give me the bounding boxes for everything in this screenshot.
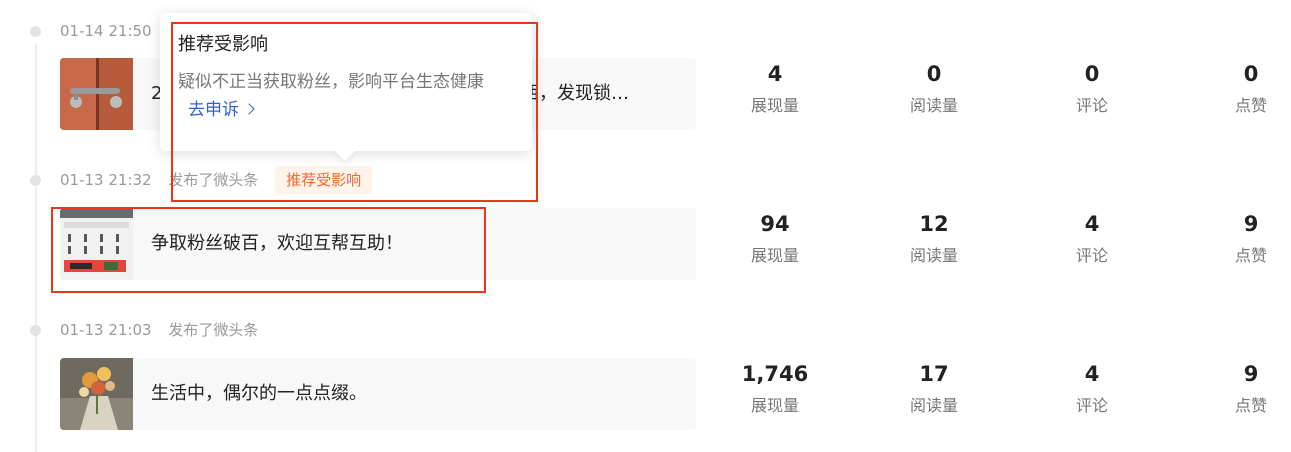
comments-count: 4: [1084, 212, 1100, 236]
post-time: 01-13 21:32: [60, 171, 152, 189]
likes-count: 9: [1243, 362, 1259, 386]
post-meta: 01-13 21:03 发布了微头条: [60, 320, 258, 340]
views-label: 展现量: [750, 246, 799, 265]
views-label: 展现量: [750, 96, 799, 115]
views-count: 1,746: [741, 362, 809, 386]
timeline-dot: [30, 175, 41, 186]
stat-views: 4 展现量: [720, 61, 830, 117]
stat-views: 1,746 展现量: [720, 361, 830, 417]
post-thumbnail[interactable]: [60, 58, 133, 130]
reads-count: 12: [919, 212, 949, 236]
likes-label: 点赞: [1234, 396, 1267, 415]
stat-comments: 4 评论: [1037, 211, 1147, 267]
post-meta: 01-14 21:50: [60, 21, 152, 41]
timeline-line: [35, 44, 37, 452]
likes-count: 9: [1243, 212, 1259, 236]
stat-comments: 4 评论: [1037, 361, 1147, 417]
comments-count: 0: [1084, 62, 1100, 86]
stat-comments: 0 评论: [1037, 61, 1147, 117]
stat-reads: 12 阅读量: [879, 211, 989, 267]
comments-label: 评论: [1075, 246, 1108, 265]
stat-likes: 9 点赞: [1196, 211, 1291, 267]
likes-label: 点赞: [1234, 96, 1267, 115]
comments-label: 评论: [1075, 96, 1108, 115]
reads-count: 0: [926, 62, 942, 86]
post-text: 生活中，偶尔的一点点缀。: [151, 383, 367, 404]
timeline-dot: [30, 325, 41, 336]
stat-reads: 0 阅读量: [879, 61, 989, 117]
reads-label: 阅读量: [909, 96, 958, 115]
likes-count: 0: [1243, 62, 1259, 86]
views-count: 94: [760, 212, 790, 236]
comments-label: 评论: [1075, 396, 1108, 415]
annotation-box-tooltip: [171, 22, 538, 202]
stat-likes: 9 点赞: [1196, 361, 1291, 417]
likes-label: 点赞: [1234, 246, 1267, 265]
views-label: 展现量: [750, 396, 799, 415]
timeline-dot: [30, 26, 41, 37]
stat-reads: 17 阅读量: [879, 361, 989, 417]
annotation-box-post: [51, 207, 486, 293]
post-time: 01-14 21:50: [60, 22, 152, 40]
door-lock-photo-icon: [60, 58, 133, 130]
post-card[interactable]: 生活中，偶尔的一点点缀。: [60, 358, 696, 430]
post-action: 发布了微头条: [168, 321, 259, 339]
stat-views: 94 展现量: [720, 211, 830, 267]
post-thumbnail[interactable]: [60, 358, 133, 430]
reads-count: 17: [919, 362, 949, 386]
reads-label: 阅读量: [909, 396, 958, 415]
reads-label: 阅读量: [909, 246, 958, 265]
comments-count: 4: [1084, 362, 1100, 386]
flowers-photo-icon: [60, 358, 133, 430]
views-count: 4: [767, 62, 783, 86]
post-time: 01-13 21:03: [60, 321, 152, 339]
stat-likes: 0 点赞: [1196, 61, 1291, 117]
